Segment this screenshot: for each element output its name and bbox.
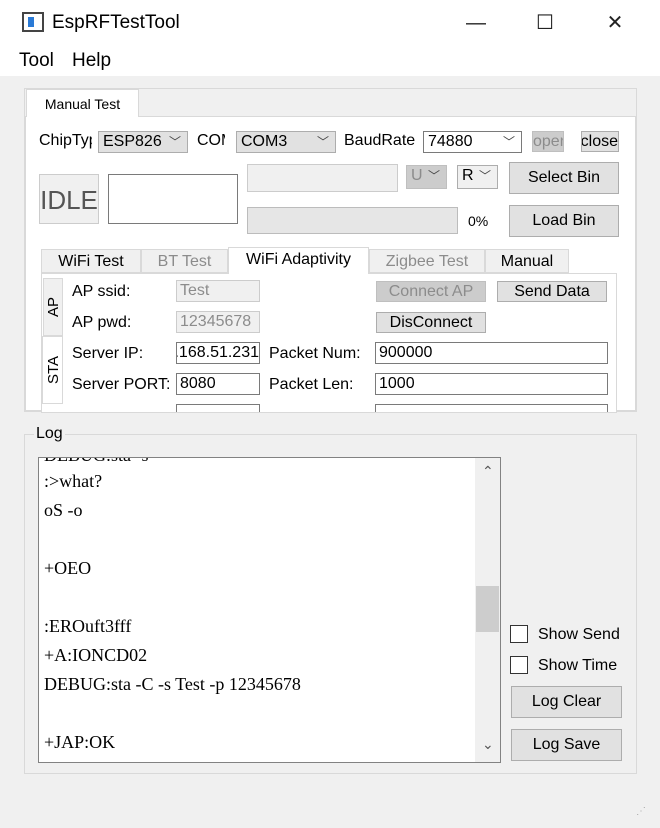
tab-ap[interactable]: AP: [43, 278, 63, 336]
baud-select[interactable]: 74880 ﹀: [423, 131, 522, 153]
log-save-button[interactable]: Log Save: [511, 729, 622, 761]
log-clear-button[interactable]: Log Clear: [511, 686, 622, 718]
send-data-button[interactable]: Send Data: [497, 281, 607, 302]
com-select[interactable]: COM3 ﹀: [236, 131, 336, 153]
tab-wifi-adaptivity[interactable]: WiFi Adaptivity: [228, 247, 369, 274]
packet-num-input[interactable]: 900000: [375, 342, 608, 364]
chevron-down-icon: ﹀: [316, 135, 329, 149]
baud-label: BaudRate: [344, 132, 416, 149]
com-value: COM3: [241, 133, 288, 150]
show-time-label: Show Time: [538, 657, 618, 674]
ap-ssid-label: AP ssid:: [72, 283, 131, 300]
log-scrollbar[interactable]: ⌃ ⌄: [475, 458, 500, 762]
minimize-button[interactable]: —: [453, 8, 499, 38]
status-idle: IDLE: [39, 174, 99, 224]
resize-grip-icon[interactable]: ⋰: [636, 806, 646, 817]
chip-type-label: ChipTyp: [39, 132, 92, 149]
load-bin-button[interactable]: Load Bin: [509, 205, 619, 237]
tab-manual[interactable]: Manual: [485, 249, 569, 273]
chevron-down-icon: ﹀: [502, 135, 515, 149]
clipped-input[interactable]: [176, 404, 260, 412]
log-textarea[interactable]: DEBUG:sta -s :>what? oS -o +OEO :EROuft3…: [38, 457, 501, 763]
menu-tool[interactable]: Tool: [19, 50, 54, 72]
log-line-clipped: DEBUG:sta -s: [44, 458, 149, 466]
r-select[interactable]: R ﹀: [457, 165, 498, 189]
log-title: Log: [34, 425, 65, 443]
log-line: DEBUG:sta -C -s Test -p 12345678: [44, 674, 301, 694]
ap-ssid-input[interactable]: Test: [176, 280, 260, 302]
packet-len-input[interactable]: 1000: [375, 373, 608, 395]
tab-bt-test[interactable]: BT Test: [141, 249, 228, 273]
server-port-input[interactable]: 8080: [176, 373, 260, 395]
scroll-down-icon[interactable]: ⌄: [482, 736, 494, 753]
log-line: :EROuft3fff: [44, 616, 132, 636]
bin-path-field[interactable]: [247, 164, 398, 192]
u-value: U: [411, 167, 423, 184]
log-line: +JAP:OK: [44, 732, 116, 752]
menu-help[interactable]: Help: [72, 50, 111, 72]
progress-bar: [247, 207, 458, 234]
tab-wifi-test[interactable]: WiFi Test: [41, 249, 141, 273]
connect-ap-button[interactable]: Connect AP: [376, 281, 486, 302]
chip-type-value: ESP826: [103, 133, 162, 150]
scroll-thumb[interactable]: [476, 586, 499, 632]
show-time-checkbox[interactable]: [510, 656, 528, 674]
u-select[interactable]: U ﹀: [406, 165, 447, 189]
tab-sta[interactable]: STA: [42, 336, 63, 404]
server-port-label: Server PORT:: [72, 376, 171, 393]
show-send-label: Show Send: [538, 626, 620, 643]
chip-type-select[interactable]: ESP826 ﹀: [98, 131, 188, 153]
chevron-down-icon: ﹀: [427, 169, 440, 183]
log-line: +OEO: [44, 558, 92, 578]
chevron-down-icon: ﹀: [168, 135, 181, 149]
baud-value: 74880: [428, 133, 473, 150]
log-line: :>what?: [44, 471, 103, 491]
status-display: [108, 174, 238, 224]
tab-zigbee-test[interactable]: Zigbee Test: [369, 249, 485, 273]
ap-pwd-input[interactable]: 12345678: [176, 311, 260, 333]
log-line: oS -o: [44, 500, 83, 520]
server-ip-label: Server IP:: [72, 345, 144, 362]
show-send-checkbox[interactable]: [510, 625, 528, 643]
close-button[interactable]: close: [581, 131, 619, 152]
r-value: R: [462, 167, 474, 184]
tab-manual-test[interactable]: Manual Test: [26, 89, 139, 117]
close-window-button[interactable]: ✕: [592, 8, 638, 38]
server-ip-input[interactable]: 2.168.51.231: [176, 342, 260, 364]
select-bin-button[interactable]: Select Bin: [509, 162, 619, 194]
packet-num-label: Packet Num:: [269, 345, 361, 362]
window-title: EspRFTestTool: [52, 12, 180, 33]
packet-len-label: Packet Len:: [269, 376, 354, 393]
disconnect-button[interactable]: DisConnect: [376, 312, 486, 333]
chevron-down-icon: ﹀: [478, 169, 491, 183]
ap-pwd-label: AP pwd:: [72, 314, 132, 331]
com-label: COM: [197, 132, 225, 149]
app-icon: [22, 12, 44, 32]
progress-percent: 0%: [468, 213, 489, 229]
maximize-button[interactable]: ☐: [522, 8, 568, 38]
scroll-up-icon[interactable]: ⌃: [482, 463, 494, 480]
open-button[interactable]: open: [532, 131, 564, 152]
log-line: +A:IONCD02: [44, 645, 148, 665]
clipped-input[interactable]: [375, 404, 608, 412]
